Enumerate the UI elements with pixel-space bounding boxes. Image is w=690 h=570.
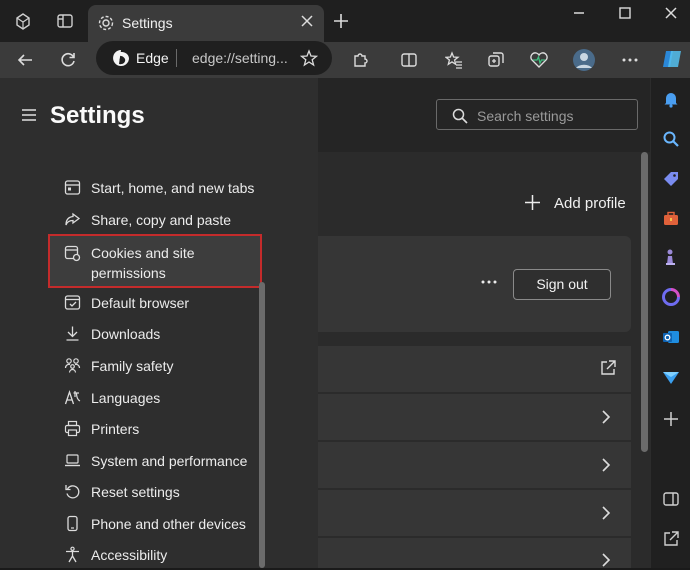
reset-icon [64,483,81,500]
nav-scrollbar[interactable] [259,282,265,568]
nav-item-label: Accessibility [91,547,168,563]
accessibility-icon [64,546,81,563]
plus-icon [524,194,541,211]
languages-icon [64,389,81,406]
nav-item-phone-devices[interactable]: Phone and other devices [60,509,260,539]
extensions-icon[interactable] [349,49,371,71]
outlook-icon[interactable] [660,326,682,348]
nav-item-label: Reset settings [91,484,180,500]
search-input[interactable] [475,105,629,127]
microsoft-365-icon[interactable] [660,286,682,308]
profile-avatar-icon[interactable] [572,48,596,72]
nav-item-label: Downloads [91,326,161,342]
family-icon [64,357,81,374]
new-tab-icon[interactable] [330,10,352,32]
page-title: Settings [50,102,145,129]
edge-sidebar [650,78,690,568]
nav-item-family-safety[interactable]: Family safety [60,351,260,381]
chevron-right-icon [599,505,613,521]
profile-more-button[interactable] [478,272,500,292]
notifications-bell-icon[interactable] [660,88,682,110]
chevron-right-icon [599,409,613,425]
settings-row[interactable] [318,538,631,568]
minimize-icon[interactable] [568,2,590,24]
nav-item-label: Languages [91,390,161,406]
favorites-icon[interactable] [443,49,465,71]
gear-icon [95,12,117,34]
tab-settings[interactable]: Settings [88,5,324,42]
sign-out-button[interactable]: Sign out [513,269,611,300]
nav-item-accessibility[interactable]: Accessibility [60,540,260,570]
hamburger-menu-icon[interactable] [18,104,40,126]
chevron-right-icon [599,552,613,568]
tab-title: Settings [122,15,173,31]
hide-sidebar-icon[interactable] [660,488,682,510]
tab-close-icon[interactable] [300,14,314,28]
printer-icon [64,420,81,437]
settings-row[interactable] [318,442,631,488]
site-identity: Edge [136,50,169,66]
more-options-icon[interactable] [619,49,641,71]
add-favorite-star-icon[interactable] [298,47,320,69]
edge-logo-icon [110,47,132,69]
nav-item-printers[interactable]: Printers [60,414,260,444]
nav-item-languages[interactable]: Languages [60,383,260,413]
settings-row[interactable] [318,346,631,392]
maximize-icon[interactable] [614,2,636,24]
shopping-tag-icon[interactable] [660,168,682,190]
nav-item-label: Printers [91,421,140,437]
share-icon [64,211,81,228]
settings-row[interactable] [318,490,631,536]
back-icon[interactable] [14,49,36,71]
nav-item-share-copy-paste[interactable]: Share, copy and paste [60,205,260,235]
laptop-icon [64,452,81,469]
download-icon [64,325,81,342]
refresh-icon[interactable] [57,49,79,71]
browser-essentials-icon[interactable] [528,49,550,71]
search-icon [449,105,471,127]
nav-item-reset-settings[interactable]: Reset settings [60,477,260,507]
nav-item-start-home-new-tabs[interactable]: Start, home, and new tabs [60,173,260,203]
nav-item-label: Phone and other devices [91,516,246,532]
nav-item-cookies-site-permissions[interactable]: Cookies and site permissions [48,234,262,288]
vertical-tabs-icon[interactable] [54,10,76,32]
nav-item-label: System and performance [91,453,248,469]
browser-icon [64,294,81,311]
settings-nav-panel: Settings Start, home, and new tabs Share… [0,78,318,568]
title-bar: Settings [0,0,690,42]
address-bar[interactable]: Edge edge://setting... [96,41,332,75]
main-scrollbar[interactable] [641,152,648,452]
nav-item-label: Share, copy and paste [91,212,232,228]
cookies-icon [64,245,81,262]
url-text[interactable]: edge://setting... [192,50,288,66]
nav-item-label: Family safety [91,358,174,374]
drop-send-icon[interactable] [660,366,682,388]
nav-item-default-browser[interactable]: Default browser [60,288,260,318]
nav-item-label: Start, home, and new tabs [91,180,255,196]
url-separator [176,49,177,67]
nav-item-system-performance[interactable]: System and performance [60,446,260,476]
open-external-icon[interactable] [660,528,682,550]
nav-item-label: Cookies and site permissions [91,245,195,281]
search-sidebar-icon[interactable] [660,128,682,150]
split-screen-icon[interactable] [398,49,420,71]
search-settings-box[interactable] [436,99,638,130]
tools-briefcase-icon[interactable] [660,208,682,230]
add-app-icon[interactable] [660,408,682,430]
collections-icon[interactable] [485,49,507,71]
phone-icon [64,515,81,532]
settings-row[interactable] [318,394,631,440]
chevron-right-icon [599,457,613,473]
nav-item-label: Default browser [91,295,190,311]
games-chess-icon[interactable] [660,246,682,268]
workspaces-icon[interactable] [12,10,34,32]
close-icon[interactable] [660,2,682,24]
open-external-link-icon [599,359,617,377]
copilot-icon[interactable] [660,47,684,71]
nav-item-downloads[interactable]: Downloads [60,319,260,349]
add-profile-label: Add profile [554,195,626,212]
home-tabs-icon [64,179,81,196]
